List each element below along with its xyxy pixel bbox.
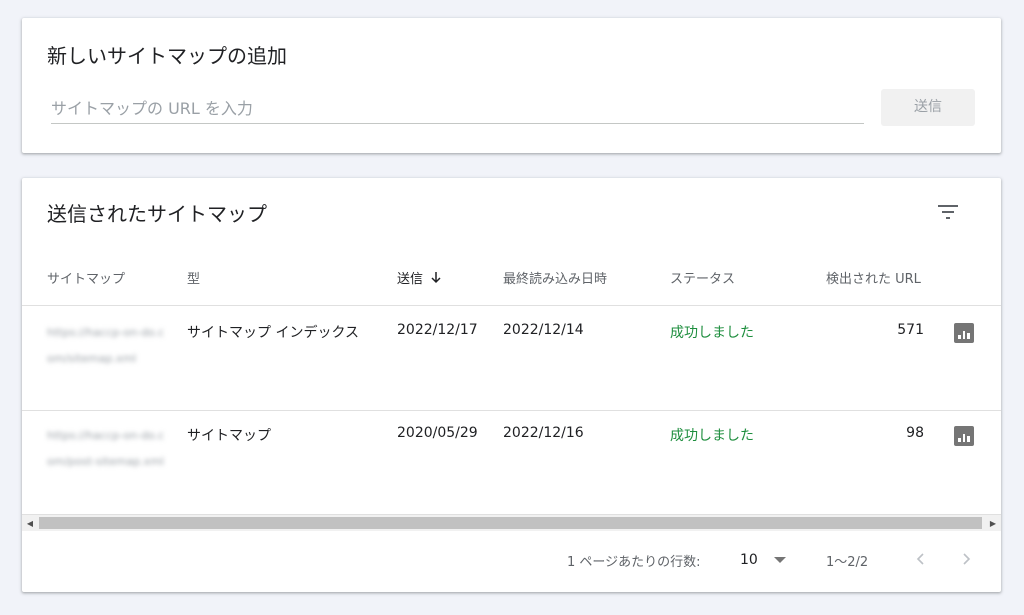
horizontal-scrollbar[interactable]: ◀ ▶ [22,514,1001,531]
sitemap-type: サイトマップ インデックス [187,325,360,341]
bar-chart-icon[interactable] [954,323,974,343]
table-row[interactable]: https://haccp-on-do.com/sitemap.xml サイトマ… [22,308,1001,411]
chevron-right-icon[interactable] [955,547,979,571]
sitemap-url[interactable]: https://haccp-on-do.com/sitemap.xml [47,320,167,372]
sitemap-url-input[interactable] [51,98,864,124]
last-read-date: 2022/12/16 [503,425,584,441]
col-submitted[interactable]: 送信 [397,268,441,287]
table-header: サイトマップ 型 送信 最終読み込み日時 ステータス 検出された URL [22,258,1001,306]
status-text: 成功しました [670,325,754,341]
sitemap-type: サイトマップ [187,428,271,444]
status-text: 成功しました [670,428,754,444]
submitted-date: 2020/05/29 [397,425,478,441]
add-sitemap-card: 新しいサイトマップの追加 送信 [22,18,1001,153]
arrow-down-icon [431,271,441,284]
scroll-left-icon[interactable]: ◀ [22,515,38,531]
discovered-url-count: 571 [897,322,924,338]
submitted-sitemaps-card: 送信されたサイトマップ サイトマップ 型 送信 最終読み込み日時 ステータス 検… [22,178,1001,592]
chevron-left-icon[interactable] [908,547,932,571]
submitted-sitemaps-title: 送信されたサイトマップ [47,202,267,226]
filter-icon[interactable] [934,198,962,226]
rows-per-page-label: 1 ページあたりの行数: [567,555,701,570]
col-type[interactable]: 型 [187,268,200,287]
col-discovered-urls[interactable]: 検出された URL [826,268,921,287]
submit-button[interactable]: 送信 [881,89,975,126]
add-sitemap-title: 新しいサイトマップの追加 [47,44,287,68]
col-last-read[interactable]: 最終読み込み日時 [503,268,607,287]
caret-down-icon [773,557,786,563]
discovered-url-count: 98 [906,425,924,441]
col-status[interactable]: ステータス [670,268,735,287]
rows-per-page-select[interactable]: 10 [740,548,796,572]
col-sitemap[interactable]: サイトマップ [47,268,125,287]
last-read-date: 2022/12/14 [503,322,584,338]
table-row[interactable]: https://haccp-on-do.com/post-sitemap.xml… [22,411,1001,514]
submitted-date: 2022/12/17 [397,322,478,338]
pagination: 1 ページあたりの行数: 10 1〜2/2 [22,531,1001,592]
scroll-right-icon[interactable]: ▶ [985,515,1001,531]
scrollbar-thumb[interactable] [39,517,982,529]
rows-per-page-value: 10 [740,552,758,568]
page-range: 1〜2/2 [826,555,869,570]
sitemap-url[interactable]: https://haccp-on-do.com/post-sitemap.xml [47,423,167,475]
bar-chart-icon[interactable] [954,426,974,446]
